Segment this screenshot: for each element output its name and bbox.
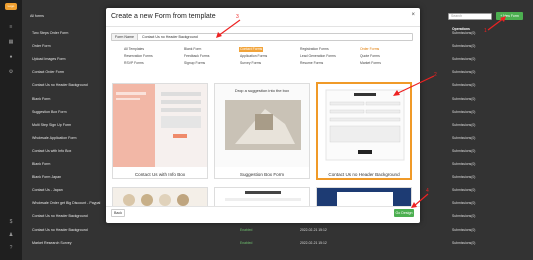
list-item[interactable]: Suggestion Box Form	[32, 110, 67, 114]
category-feedback-forms[interactable]: Feedback Forms	[183, 54, 210, 59]
category-market-forms[interactable]: Market Forms	[359, 61, 382, 66]
category-all-templates[interactable]: All Templates	[123, 47, 145, 52]
category-survey-forms[interactable]: Survey Forms	[239, 61, 262, 66]
list-item[interactable]: Contact Us with Info Box	[32, 149, 71, 153]
row-date: 2022-02-21 15:12	[300, 227, 327, 232]
list-item[interactable]: Contact Us - Japan	[32, 188, 63, 192]
category-registration-forms[interactable]: Registration Forms	[299, 47, 330, 52]
status-badge: Enabled	[240, 227, 253, 232]
category-quote-forms[interactable]: Quote Forms	[359, 54, 381, 59]
submissions-link[interactable]: Submissions(0)	[452, 162, 475, 166]
category-reservation-forms[interactable]: Reservation Forms	[123, 54, 154, 59]
settings-icon[interactable]: ⚙	[8, 70, 14, 75]
template-preview	[215, 84, 309, 167]
category-rsvp-forms[interactable]: RSVP Forms	[123, 61, 145, 66]
submissions-link[interactable]: Submissions(0)	[452, 149, 475, 153]
list-item[interactable]: Wholesale Order get Big Discount - Paypa…	[32, 201, 100, 205]
divider	[106, 26, 420, 27]
submissions-link[interactable]: Submissions(0)	[452, 136, 475, 140]
left-rail: Logo ≡ ▦ ● ⚙ $ ♟ ?	[0, 0, 22, 260]
status-badge: Enabled	[240, 240, 253, 245]
app-logo: Logo	[5, 3, 17, 10]
help-icon[interactable]: ?	[8, 246, 14, 251]
dollar-icon[interactable]: $	[8, 220, 14, 225]
form-name-label: Form Name	[112, 34, 138, 40]
template-grid: Contact Us with Info Box Drop a suggesti…	[112, 82, 412, 207]
category-signup-forms[interactable]: Signup Forms	[183, 61, 206, 66]
submissions-link[interactable]: Submissions(0)	[452, 110, 475, 114]
list-item[interactable]: Wholesale Application Form	[32, 136, 77, 140]
list-item[interactable]: Market Research Survey	[32, 241, 72, 245]
template-preview	[113, 84, 207, 167]
submissions-link[interactable]: Submissions(0)	[452, 83, 475, 87]
submissions-link[interactable]: Submissions(0)	[452, 31, 475, 35]
category-order-forms[interactable]: Order Forms	[359, 47, 380, 52]
submissions-link[interactable]: Submissions(0)	[452, 241, 475, 245]
menu-icon[interactable]: ≡	[8, 25, 14, 30]
category-blank-form[interactable]: Blank Form	[183, 47, 202, 52]
template-card-partial-3[interactable]	[316, 187, 412, 207]
template-modal: Create a new Form from template × Form N…	[106, 8, 420, 223]
list-item[interactable]: Two Steps Order Form	[32, 31, 68, 35]
modal-title: Create a new Form from template	[111, 13, 216, 20]
submissions-link[interactable]: Submissions(0)	[452, 57, 475, 61]
person-icon[interactable]: ♟	[8, 233, 14, 238]
category-application-forms[interactable]: Application Forms	[239, 54, 268, 59]
category-filters: All Templates Blank Form Contact Forms R…	[111, 46, 413, 78]
list-item[interactable]: Contact Us no Header Background	[32, 83, 88, 87]
annotation-arrow-3	[216, 19, 241, 38]
list-item[interactable]: Upload Images Form	[32, 57, 66, 61]
list-item[interactable]: Multi Step Sign Up Form	[32, 123, 71, 127]
form-name-field[interactable]: Form Name Contact Us no Header Backgroun…	[111, 33, 413, 41]
list-item[interactable]: Blank Form Japan	[32, 175, 61, 179]
row-date: 2022-02-21 15:12	[300, 240, 327, 245]
close-icon[interactable]: ×	[411, 12, 415, 18]
list-item[interactable]: Blank Form	[32, 97, 50, 101]
template-label: Suggestion Box Form	[239, 172, 285, 177]
submissions-link[interactable]: Submissions(0)	[452, 201, 475, 205]
template-card-suggestion-box[interactable]: Drop a suggestion into the box Suggestio…	[214, 83, 310, 179]
submissions-link[interactable]: Submissions(0)	[452, 123, 475, 127]
template-card-contact-info-box[interactable]: Contact Us with Info Box	[112, 83, 208, 179]
category-lead-generation-forms[interactable]: Lead Generation Forms	[299, 54, 337, 59]
form-name-input[interactable]: Contact Us no Header Background	[142, 34, 198, 40]
list-item[interactable]: Blank Form	[32, 162, 50, 166]
list-item[interactable]: Order Form	[32, 44, 51, 48]
template-inner-title: Drop a suggestion into the box	[234, 88, 290, 93]
submissions-link[interactable]: Submissions(0)	[452, 70, 475, 74]
annotation-arrow-4	[411, 193, 429, 208]
template-card-partial-2[interactable]	[214, 187, 310, 207]
annotation-arrow-1	[487, 16, 506, 31]
submissions-link[interactable]: Submissions(0)	[452, 44, 475, 48]
annotation-arrow-2	[393, 75, 435, 96]
list-item[interactable]: Contact Us no Header Background	[32, 228, 88, 232]
user-icon[interactable]: ●	[8, 55, 14, 60]
template-card-partial-1[interactable]	[112, 187, 208, 207]
list-item[interactable]: Contact Order Form	[32, 70, 64, 74]
submissions-link[interactable]: Submissions(0)	[452, 175, 475, 179]
filter-select[interactable]: All forms	[30, 14, 44, 18]
template-label: Contact Us with Info Box	[134, 172, 186, 177]
submissions-link[interactable]: Submissions(0)	[452, 188, 475, 192]
divider	[106, 206, 420, 207]
back-button[interactable]: Back	[111, 209, 125, 217]
go-design-button[interactable]: Go Design	[394, 209, 414, 217]
submissions-link[interactable]: Submissions(0)	[452, 97, 475, 101]
template-label: Contact Us no Header Background	[328, 172, 400, 177]
grid-icon[interactable]: ▦	[8, 40, 14, 45]
submissions-link[interactable]: Submissions(0)	[452, 228, 475, 232]
category-contact-forms[interactable]: Contact Forms	[239, 47, 264, 52]
list-item[interactable]: Contact Us no Header Background	[32, 214, 88, 218]
category-resume-forms[interactable]: Resume Forms	[299, 61, 324, 66]
submissions-link[interactable]: Submissions(0)	[452, 214, 475, 218]
